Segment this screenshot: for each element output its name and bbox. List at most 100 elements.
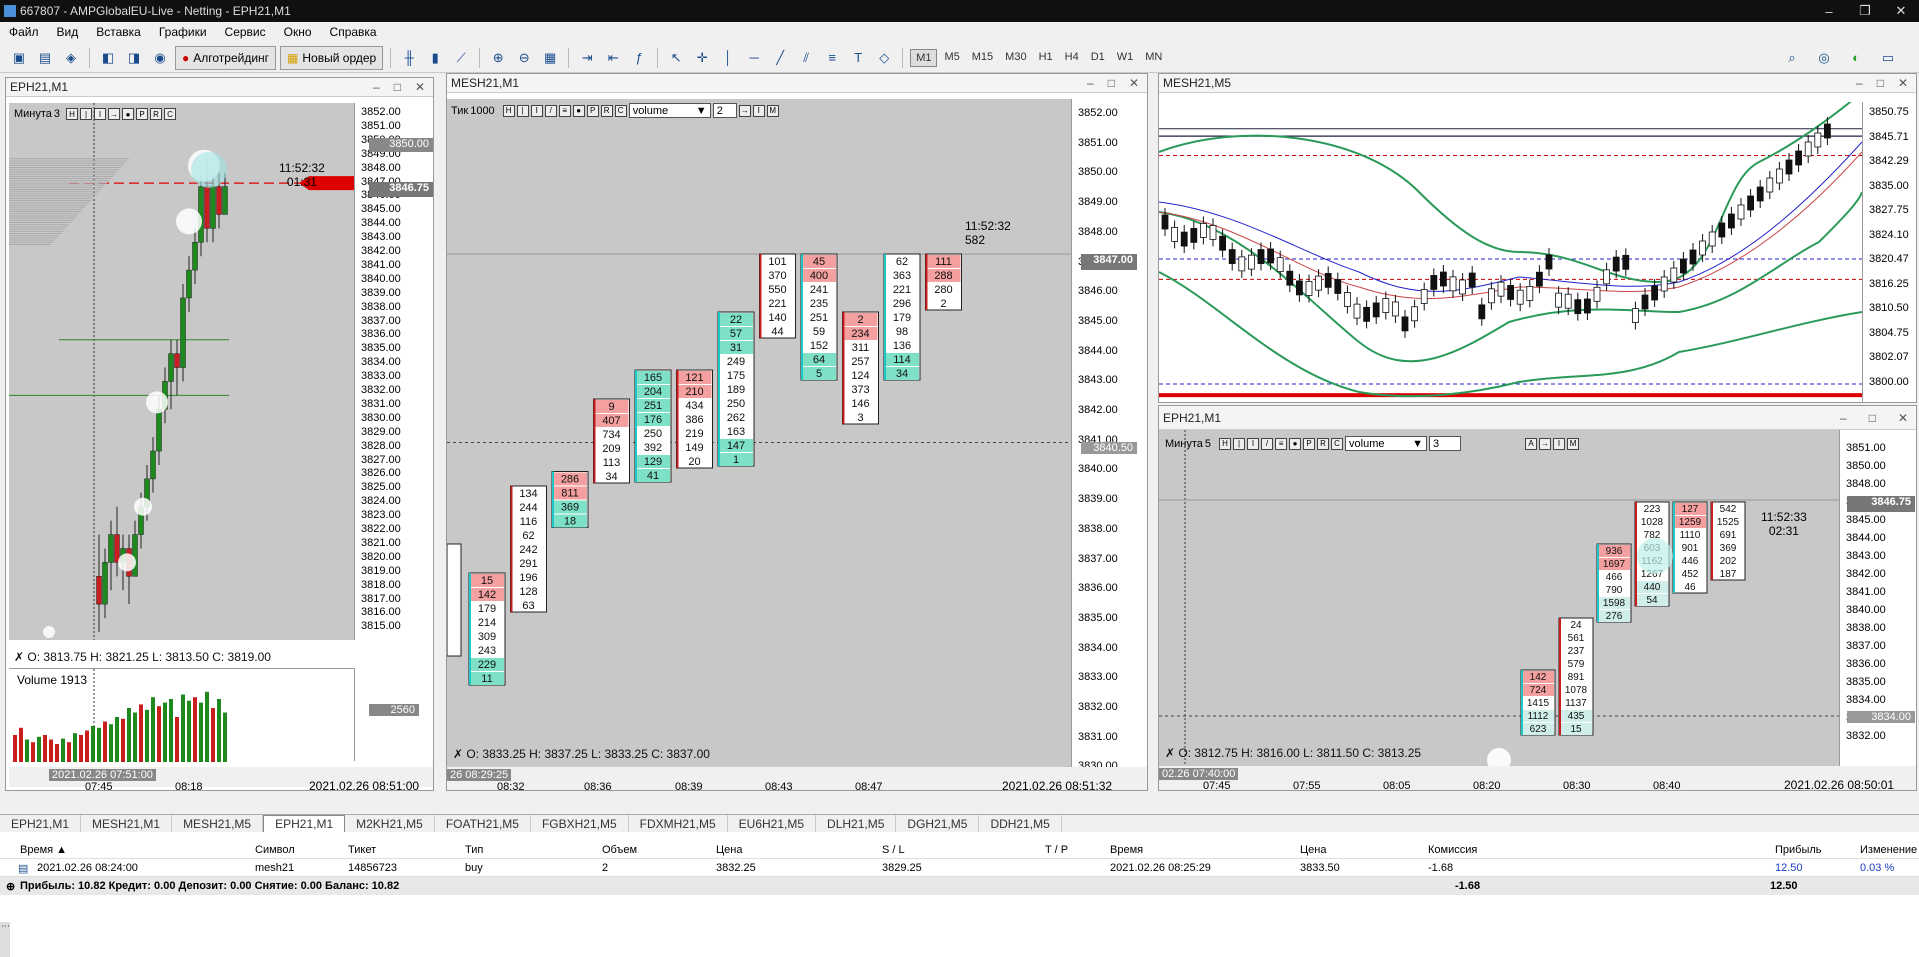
grid-header-cell[interactable]: Комиссия xyxy=(1428,844,1477,856)
timeframe-w1[interactable]: W1 xyxy=(1112,49,1139,67)
maximize-icon[interactable]: □ xyxy=(1108,76,1115,90)
footprint-plot[interactable]: 142 724 1415 1112 623 24 561 237 579 891 1078 1137 4… xyxy=(1159,430,1839,772)
grid-header-cell[interactable]: Цена xyxy=(1300,844,1326,856)
ctl-icon[interactable]: ≡ xyxy=(558,104,571,117)
timeframe-d1[interactable]: D1 xyxy=(1086,49,1110,67)
close-icon[interactable]: ✕ xyxy=(415,80,425,94)
ctl-icon[interactable]: H xyxy=(502,104,515,117)
tools-icon[interactable]: ✗ xyxy=(14,650,24,664)
grid-header-cell[interactable]: Символ xyxy=(255,844,295,856)
menu-item[interactable]: Окно xyxy=(275,25,321,39)
timeframe-h4[interactable]: H4 xyxy=(1060,49,1084,67)
ctl-icon[interactable]: ≡ xyxy=(1275,437,1288,450)
minimize-icon[interactable]: – xyxy=(1856,76,1863,90)
trendline-icon[interactable]: ╱ xyxy=(769,47,791,69)
account-icon[interactable]: ◎ xyxy=(1813,47,1835,69)
minimize-icon[interactable]: – xyxy=(1087,76,1094,90)
grid-header-cell[interactable]: Время ▲ xyxy=(20,844,67,856)
grid-header-cell[interactable]: Тип xyxy=(465,844,483,856)
ctl-icon[interactable]: P xyxy=(586,104,599,117)
signal-strength-icon[interactable]: ◐ xyxy=(1845,47,1867,69)
ctl-icon[interactable]: ● xyxy=(572,104,585,117)
algo-trading-button[interactable]: ● Алготрейдинг xyxy=(175,45,277,70)
shapes-icon[interactable]: ◇ xyxy=(873,47,895,69)
tools-icon[interactable]: ✗ xyxy=(1165,746,1175,760)
ctl-icon[interactable]: I xyxy=(1247,437,1260,450)
chart-tab[interactable]: FOATH21,M5 xyxy=(435,814,531,833)
data-window-icon[interactable]: ◨ xyxy=(123,47,145,69)
minimize-icon[interactable]: – xyxy=(1811,0,1847,22)
autoscroll-icon[interactable]: ⇥ xyxy=(576,47,598,69)
chart-tab[interactable]: EU6H21,M5 xyxy=(728,814,817,833)
timeframe-mn[interactable]: MN xyxy=(1140,49,1167,67)
menu-item[interactable]: Вставка xyxy=(87,25,150,39)
ctl-icon[interactable]: A xyxy=(1525,437,1538,450)
ctl-icon[interactable]: R xyxy=(150,108,163,120)
ctl-icon[interactable]: R xyxy=(600,104,613,117)
grid-header-cell[interactable]: Цена xyxy=(716,844,742,856)
table-row[interactable]: ▤ 2021.02.26 08:24:00 mesh21 14856723 buy 2 38… xyxy=(0,859,1919,877)
ctl-icon[interactable]: ● xyxy=(122,108,135,120)
search-icon[interactable]: ⌕ xyxy=(1781,47,1803,69)
timeframe-m30[interactable]: M30 xyxy=(1000,49,1031,67)
price-axis[interactable]: 3852.00 3851.00 3850.00 3849.00 3848.00 3847.… xyxy=(1071,99,1147,772)
ctl-icon[interactable]: C xyxy=(164,108,177,120)
grid-header-cell[interactable]: Тикет xyxy=(348,844,376,856)
maximize-icon[interactable]: □ xyxy=(1869,411,1876,425)
ctl-icon[interactable]: / xyxy=(1261,437,1274,450)
ctl-icon[interactable]: → xyxy=(108,108,121,120)
ctl-icon[interactable]: M xyxy=(1567,437,1580,450)
ctl-icon[interactable]: | xyxy=(516,104,529,117)
close-icon[interactable]: ✕ xyxy=(1898,76,1908,90)
timeframe-m1[interactable]: M1 xyxy=(910,48,938,67)
ctl-icon[interactable]: ● xyxy=(1289,437,1302,450)
ctl-icon[interactable]: I xyxy=(752,104,765,117)
navigator-icon[interactable]: ◧ xyxy=(97,47,119,69)
minimize-icon[interactable]: – xyxy=(1840,411,1847,425)
timeframe-m15[interactable]: M15 xyxy=(967,49,998,67)
grid-header-cell[interactable]: Объем xyxy=(602,844,637,856)
maximize-icon[interactable]: □ xyxy=(1877,76,1884,90)
candle-chart-icon[interactable]: ▮ xyxy=(424,47,446,69)
tile-windows-icon[interactable]: ▦ xyxy=(539,47,561,69)
new-order-button[interactable]: ▦ Новый ордер xyxy=(280,45,384,70)
zoom-out-icon[interactable]: ⊖ xyxy=(513,47,535,69)
volume-select[interactable]: volume ▼ xyxy=(628,103,711,118)
menu-item[interactable]: Графики xyxy=(150,25,216,39)
volume-select[interactable]: volume ▼ xyxy=(1345,436,1428,451)
maximize-icon[interactable]: □ xyxy=(394,80,401,94)
close-icon[interactable]: ✕ xyxy=(1883,0,1919,22)
expand-icon[interactable]: ⊕ xyxy=(6,880,15,893)
ctl-icon[interactable]: I xyxy=(530,104,543,117)
chat-icon[interactable]: ▭ xyxy=(1877,47,1899,69)
close-icon[interactable]: ✕ xyxy=(1129,76,1139,90)
chart-tab[interactable]: EPH21,M1 xyxy=(263,814,346,833)
chart-tab[interactable]: DDH21,M5 xyxy=(979,814,1062,833)
cursor-icon[interactable]: ↖ xyxy=(665,47,687,69)
bar-chart-icon[interactable]: ╫ xyxy=(398,47,420,69)
chart-tab[interactable]: MESH21,M5 xyxy=(172,814,264,833)
menu-item[interactable]: Сервис xyxy=(216,25,275,39)
ctl-icon[interactable]: P xyxy=(136,108,149,120)
grid-header-cell[interactable]: Прибыль xyxy=(1775,844,1822,856)
ctl-icon[interactable]: C xyxy=(1331,437,1344,450)
grid-header-cell[interactable]: S / L xyxy=(882,844,905,856)
maximize-icon[interactable]: ❐ xyxy=(1847,0,1883,22)
market-watch-icon[interactable]: ◈ xyxy=(60,47,82,69)
price-plot[interactable] xyxy=(1159,91,1863,402)
tf-value[interactable]: 3 xyxy=(54,108,60,120)
ctl-icon[interactable]: P xyxy=(1303,437,1316,450)
grid-header-cell[interactable]: Время xyxy=(1110,844,1143,856)
ctl-icon[interactable]: → xyxy=(1539,437,1552,450)
minimize-icon[interactable]: – xyxy=(373,80,380,94)
ctl-icon[interactable]: → xyxy=(738,104,751,117)
grid-header-cell[interactable]: Изменение xyxy=(1860,844,1917,856)
chart-tab[interactable]: DLH21,M5 xyxy=(816,814,897,833)
fibo-icon[interactable]: ≡ xyxy=(821,47,843,69)
horizontal-line-icon[interactable]: ─ xyxy=(743,47,765,69)
footprint-plot[interactable]: 15 142 179 214 309 243 229 11 134 244 116 62 242 291 1… xyxy=(447,99,1071,767)
volume-n-input[interactable]: 2 xyxy=(712,103,737,118)
timeframe-m5[interactable]: M5 xyxy=(939,49,964,67)
ctl-icon[interactable]: H xyxy=(66,108,79,120)
ctl-icon[interactable]: / xyxy=(544,104,557,117)
